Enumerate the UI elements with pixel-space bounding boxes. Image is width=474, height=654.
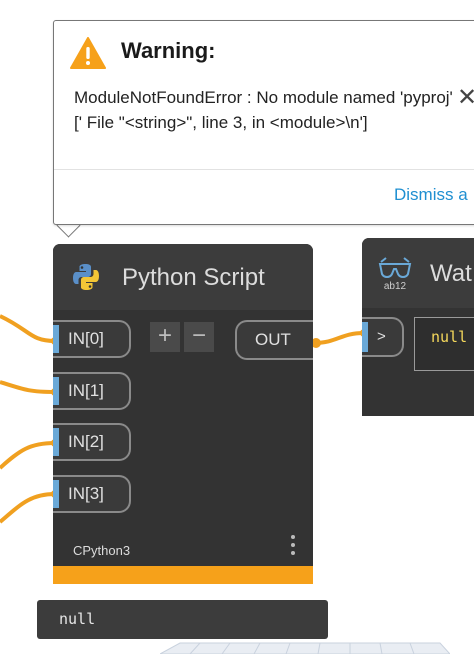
remove-input-button[interactable]: − [184, 322, 214, 352]
watch-node-header[interactable]: ab12 Wat [362, 238, 474, 308]
output-port[interactable]: OUT [235, 320, 313, 360]
background-grid [160, 642, 450, 654]
input-port-1[interactable]: IN[1] [53, 372, 131, 410]
wire-in2 [0, 441, 56, 470]
python-logo-icon [73, 264, 99, 290]
watch-node[interactable]: ab12 Wat > null [362, 238, 474, 416]
engine-label: CPython3 [73, 543, 131, 558]
warning-popup: Warning: ModuleNotFoundError : No module… [53, 20, 474, 225]
input-port-2[interactable]: IN[2] [53, 423, 131, 461]
wire-in3 [0, 492, 56, 524]
node-title: Python Script [122, 264, 265, 291]
divider [54, 169, 474, 170]
close-icon[interactable]: ✕ [457, 83, 474, 112]
dismiss-link[interactable]: Dismiss a [394, 185, 468, 205]
python-script-node[interactable]: Python Script IN[0] IN[1] IN[2] IN[3] + … [53, 244, 313, 584]
watch-node-title: Wat [430, 260, 472, 287]
warning-triangle-icon [70, 37, 106, 69]
warning-message: ModuleNotFoundError : No module named 'p… [74, 88, 453, 132]
node-preview[interactable]: null [37, 600, 328, 639]
kebab-menu-icon[interactable] [289, 535, 297, 559]
watch-icon-text: ab12 [384, 281, 407, 292]
wire-in0 [0, 314, 56, 343]
warning-status-bar [53, 566, 313, 584]
warning-title: Warning: [121, 38, 216, 63]
node-header[interactable]: Python Script [53, 244, 313, 310]
input-port-0[interactable]: IN[0] [53, 320, 131, 358]
watch-input-port[interactable]: > [362, 317, 404, 357]
input-port-3[interactable]: IN[3] [53, 475, 131, 513]
watch-glasses-icon: ab12 [378, 257, 412, 292]
add-input-button[interactable]: + [150, 322, 180, 352]
watch-value: null [414, 317, 474, 371]
wire-in1 [0, 380, 56, 394]
